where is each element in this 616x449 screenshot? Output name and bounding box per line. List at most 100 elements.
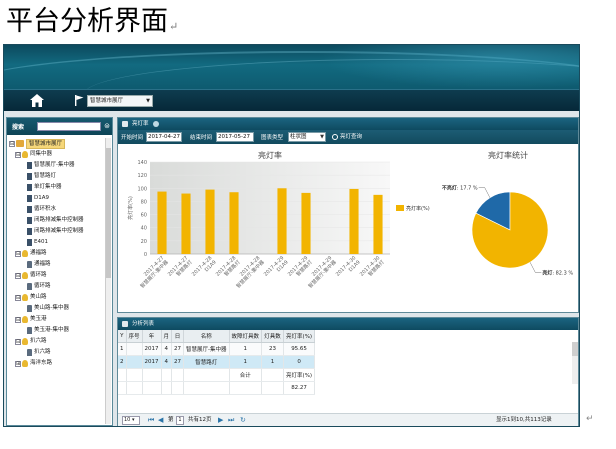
table-cell: 1	[118, 342, 127, 356]
table-cell: 27	[171, 355, 185, 369]
summary-cell: 82.27	[283, 381, 316, 395]
collapse-toggle-icon[interactable]: ⊟	[15, 338, 21, 345]
chart-title: 亮灯率	[258, 150, 282, 160]
hall-select[interactable]: 智慧城市展厅 ▼	[87, 95, 153, 107]
collapse-toggle-icon[interactable]: ⊟	[15, 151, 21, 158]
tree-item[interactable]: ⊟ 通福路	[9, 248, 105, 259]
paragraph-mark: ↵	[586, 414, 594, 424]
tree-item[interactable]: 通福路	[9, 259, 105, 270]
collapse-toggle-icon[interactable]: ⊟	[15, 272, 21, 279]
page-size-select[interactable]: 10 ▾	[122, 416, 140, 425]
pagination-bar: 10 ▾ ⏮ ◀ 第 1 共有12页 ▶ ⏭ ↻ 显示1到10,共113记录	[118, 413, 578, 426]
light-rate-panel: 亮灯率 开始时间 2017-04-27 结束时间 2017-05-27 图表类型…	[117, 117, 579, 313]
y-tick-label: 0	[144, 252, 147, 258]
bar-chart: 亮灯率 0 20 40 60 80 100 120 140 亮灯率(%) 2017-4-27智慧展厅…	[127, 150, 430, 290]
bar	[181, 193, 191, 254]
column-header[interactable]: Y	[118, 330, 127, 343]
page-title: 平台分析界面↵	[6, 4, 178, 40]
scrollbar-thumb[interactable]	[106, 148, 111, 278]
scrollbar-thumb[interactable]	[572, 342, 578, 356]
table-scrollbar[interactable]	[572, 342, 578, 384]
tree-root[interactable]: ⊟ 智慧城市展厅	[9, 138, 105, 149]
tree-item[interactable]: 循环路	[9, 281, 105, 292]
search-icon[interactable]: ⊜	[103, 122, 111, 131]
tree-item[interactable]: 闭路排减集中控制器	[9, 215, 105, 226]
collapse-toggle-icon[interactable]: ⊟	[15, 294, 21, 301]
sidebar-header: 搜索 ⊜	[7, 118, 112, 135]
refresh-icon[interactable]: ↻	[240, 414, 246, 426]
y-tick-label: 60	[141, 213, 147, 219]
tree-item[interactable]: ⊞ 海洋东路	[9, 358, 105, 369]
next-page-icon[interactable]: ▶	[218, 414, 223, 426]
street-lamp-icon	[27, 327, 32, 334]
panel-title: 亮灯率	[132, 121, 149, 127]
search-input[interactable]	[37, 122, 101, 131]
analysis-list-panel: 分析列表 Y 序号年月日名称 故障灯具数 灯具数 亮灯率(%) 1 2017 4 27 智慧展厅…	[117, 317, 579, 426]
tree-label: 美山路	[30, 294, 47, 300]
home-icon[interactable]	[30, 94, 44, 107]
table-cell: 智慧路灯	[183, 355, 230, 369]
tree-item[interactable]: ⊟ 美山路	[9, 292, 105, 303]
query-icon	[332, 133, 338, 140]
city-folder-icon	[16, 140, 24, 147]
column-header[interactable]: 故障灯具数	[229, 330, 263, 343]
summary-cell	[229, 381, 263, 395]
table-cell: 95.65	[283, 342, 316, 356]
start-date-input[interactable]: 2017-04-27	[146, 132, 182, 142]
table-row[interactable]: 2 2017 4 27 智慧路灯 1 1 0	[118, 355, 316, 369]
tree-label: 通福路	[34, 261, 51, 267]
column-header[interactable]: 日	[171, 330, 185, 343]
prev-page-icon[interactable]: ◀	[158, 414, 163, 426]
chart-type-label: 图表类型	[261, 135, 284, 141]
column-header[interactable]: 名称	[183, 330, 230, 343]
tree-item[interactable]: 单灯集中器	[9, 182, 105, 193]
column-header[interactable]: 亮灯率(%)	[283, 330, 316, 343]
tree-item[interactable]: 美山路-集中器	[9, 303, 105, 314]
column-header[interactable]: 月	[161, 330, 173, 343]
end-date-input[interactable]: 2017-05-27	[216, 132, 254, 142]
summary-cell	[171, 368, 185, 382]
tree-item[interactable]: ⊟ 循环路	[9, 270, 105, 281]
settings-icon[interactable]	[152, 120, 159, 127]
column-header[interactable]: 灯具数	[261, 330, 285, 343]
tree-item[interactable]: 智慧路灯	[9, 171, 105, 182]
chart-type-value: 柱状图	[290, 134, 307, 140]
column-header[interactable]: 年	[142, 330, 162, 343]
tree-item[interactable]: 闭路排减集中控制器	[9, 226, 105, 237]
table-cell: 4	[161, 355, 173, 369]
pie-label-value: : 17.7 %	[457, 186, 478, 192]
tree-item[interactable]: 美玉港-集中器	[9, 325, 105, 336]
bar	[229, 192, 239, 254]
collapse-toggle-icon[interactable]: ⊟	[15, 250, 21, 257]
chart-type-select[interactable]: 柱状图 ▼	[288, 132, 326, 142]
pie-label-name: 亮灯	[542, 269, 552, 276]
tree-item[interactable]: 循环积水	[9, 204, 105, 215]
first-page-icon[interactable]: ⏮	[148, 414, 154, 426]
pie-chart: 亮灯率统计不亮灯: 17.7 % 亮灯: 82.3 %	[442, 150, 573, 276]
table-row[interactable]: 1 2017 4 27 智慧展厅-集中器 1 23 95.65	[118, 342, 316, 356]
table-cell: 1	[229, 355, 263, 369]
tree-item[interactable]: ⊟ 扒六路	[9, 336, 105, 347]
tree-item[interactable]: 扒六路	[9, 347, 105, 358]
table-cell: 0	[283, 355, 316, 369]
collapse-toggle-icon[interactable]: ⊟	[15, 316, 21, 323]
tree-item[interactable]: ⊟ 同集中器	[9, 149, 105, 160]
query-button[interactable]: 亮灯查询	[332, 132, 362, 142]
last-page-icon[interactable]: ⏭	[228, 414, 234, 426]
collapse-toggle-icon[interactable]: ⊟	[9, 140, 15, 147]
table-cell: 智慧展厅-集中器	[183, 342, 230, 356]
tree-item[interactable]: D1A9	[9, 193, 105, 204]
page-number-input[interactable]: 1	[176, 416, 184, 425]
summary-cell	[161, 381, 173, 395]
tree-label: 扒六路	[34, 349, 51, 355]
tree-item[interactable]: ⊟ 美玉港	[9, 314, 105, 325]
tree-label: 循环路	[34, 283, 51, 289]
expand-toggle-icon[interactable]: ⊞	[15, 360, 21, 367]
tree-item[interactable]: E401	[9, 237, 105, 248]
x-tick-label: 2017-4-30智慧路灯	[359, 255, 386, 282]
tree-label: 扒六路	[30, 338, 47, 344]
summary-cell	[126, 368, 143, 382]
tree-item[interactable]: 智慧展厅-集中器	[9, 160, 105, 171]
column-header[interactable]: 序号	[126, 330, 143, 343]
sidebar-scrollbar[interactable]	[105, 138, 111, 424]
